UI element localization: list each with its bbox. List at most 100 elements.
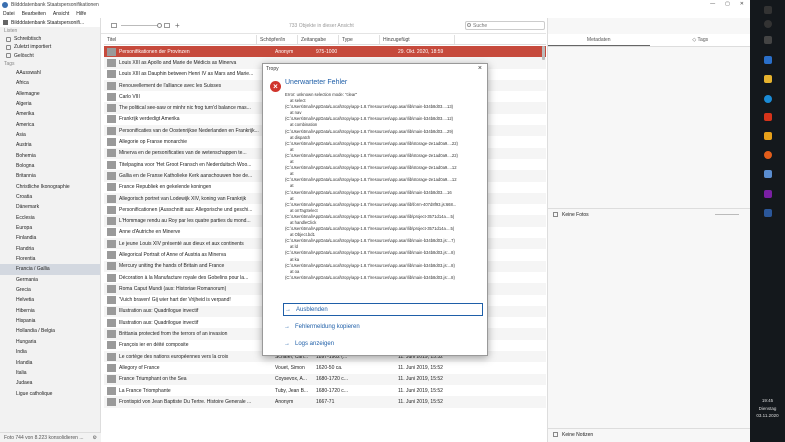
cell-title: Gallia en de Franse Katholieke Kerk aans…: [119, 172, 253, 179]
list-view-icon[interactable]: [111, 23, 117, 28]
footer-text: Foto 744 von 8.223 konsolidieren ...: [4, 435, 84, 441]
mail-icon[interactable]: [764, 56, 772, 64]
dismiss-button[interactable]: → Ausblenden: [283, 303, 483, 316]
cell-title: Louis XIII as Apollo and Marie de Médici…: [119, 59, 237, 66]
gear-icon[interactable]: ⚙: [93, 433, 97, 442]
tags-header: Tags: [4, 60, 15, 67]
tag-item[interactable]: Hibernia: [0, 306, 100, 316]
tag-item[interactable]: Italia: [0, 368, 100, 378]
maximize-button[interactable]: ▢: [725, 1, 730, 7]
tag-item[interactable]: Florentia: [0, 254, 100, 264]
task-view-icon[interactable]: [764, 36, 772, 44]
list-label: Zuletzt importiert: [14, 44, 52, 51]
column-creator[interactable]: Schöpfer/in: [257, 35, 298, 44]
clock-day[interactable]: Dienstag: [750, 406, 785, 411]
search-icon[interactable]: [764, 20, 772, 28]
tag-item[interactable]: Hispania: [0, 316, 100, 326]
tag-item[interactable]: Europa: [0, 223, 100, 233]
thumbnail-image: [107, 58, 116, 67]
tag-item[interactable]: Asia: [0, 130, 100, 140]
menu-datei[interactable]: Datei: [3, 11, 15, 17]
tab-metadaten[interactable]: Metadaten: [548, 34, 650, 46]
column-type[interactable]: Type: [339, 35, 380, 44]
project-name: Bildddatenbank Staatspersonifi...: [11, 19, 85, 26]
table-row[interactable]: Frontispid von Jean Baptiste Du Tertre. …: [104, 396, 546, 408]
clock-time[interactable]: 19:45: [750, 398, 785, 403]
cell-date: 1680-1720 c...: [316, 376, 348, 383]
copy-error-button[interactable]: → Fehlermeldung kopieren: [283, 320, 483, 333]
column-title[interactable]: Titel: [104, 35, 257, 44]
thumbnail-image: [107, 239, 116, 248]
firefox-icon[interactable]: [764, 151, 772, 159]
windows-start-icon[interactable]: [764, 6, 772, 14]
tag-item[interactable]: Britannia: [0, 171, 100, 181]
tag-item[interactable]: Helvetia: [0, 295, 100, 305]
thumbnail-image: [107, 171, 116, 180]
column-date[interactable]: Zeitangabe: [298, 35, 339, 44]
list-item-geloescht[interactable]: Gelöscht: [0, 52, 100, 60]
app-icon[interactable]: [764, 113, 772, 121]
tag-item[interactable]: Croatia: [0, 192, 100, 202]
tag-item[interactable]: Amerika: [0, 109, 100, 119]
tag-item[interactable]: Hungaria: [0, 337, 100, 347]
table-row[interactable]: La France Triomphante Tuby, Jean B... 1680…: [104, 385, 546, 396]
tag-item[interactable]: Bohemia: [0, 151, 100, 161]
search-input[interactable]: [465, 21, 545, 30]
tag-item[interactable]: Bologna: [0, 161, 100, 171]
tag-item[interactable]: Algeria: [0, 99, 100, 109]
edge-icon[interactable]: [764, 95, 772, 103]
list-item-schreibtisch[interactable]: Schreibtisch: [0, 35, 100, 43]
table-row[interactable]: France Triumphant on the Sea Coysevox, A.…: [104, 373, 546, 385]
tag-item[interactable]: Judaea: [0, 378, 100, 388]
thumbnail-image: [107, 183, 116, 192]
photo-zoom-slider[interactable]: [715, 214, 739, 215]
list-item-zuletzt-importiert[interactable]: Zuletzt importiert: [0, 43, 100, 51]
table-row[interactable]: Personifikationen der Provinzen Anonym 975…: [104, 46, 546, 58]
tab-tags[interactable]: ◇ Tags: [650, 34, 752, 46]
project-header[interactable]: Bildddatenbank Staatspersonifi...: [0, 18, 100, 27]
cell-date: 1667-71: [316, 398, 335, 405]
tag-item[interactable]: Africa: [0, 78, 100, 88]
close-icon[interactable]: ×: [478, 65, 482, 72]
tag-item[interactable]: Austria: [0, 140, 100, 150]
tag-item[interactable]: Finlandia: [0, 233, 100, 243]
tag-item[interactable]: Ligue catholique: [0, 389, 100, 399]
add-item-button[interactable]: +: [175, 21, 180, 30]
tag-item[interactable]: AAusswahl: [0, 68, 100, 78]
tag-item[interactable]: Dänemark: [0, 202, 100, 212]
tag-item[interactable]: Allemagne: [0, 89, 100, 99]
tag-item[interactable]: India: [0, 347, 100, 357]
column-added[interactable]: Hinzugefügt: [380, 35, 455, 44]
tropy-icon[interactable]: [764, 170, 772, 178]
tag-item[interactable]: America: [0, 120, 100, 130]
zoom-slider[interactable]: [121, 25, 159, 26]
menu-ansicht[interactable]: Ansicht: [53, 11, 69, 17]
tag-item[interactable]: Germania: [0, 275, 100, 285]
word-icon[interactable]: [764, 209, 772, 217]
menu-bearbeiten[interactable]: Bearbeiten: [22, 11, 46, 17]
tag-item[interactable]: Francia / Gallia: [0, 264, 100, 275]
tag-item[interactable]: Irlandia: [0, 358, 100, 368]
minimize-button[interactable]: —: [710, 1, 715, 7]
app-icon[interactable]: [764, 132, 772, 140]
app-icon[interactable]: [764, 190, 772, 198]
table-row[interactable]: Allegory of France Vouet, Simon 1620-50 ca…: [104, 362, 546, 373]
grid-view-icon[interactable]: [164, 23, 170, 28]
lists-header: Listen: [4, 28, 18, 34]
zoom-slider-handle[interactable]: [157, 23, 162, 28]
clock-date[interactable]: 03.11.2020: [750, 413, 785, 418]
tag-item[interactable]: Hollandia / Belgia: [0, 326, 100, 336]
menu-hilfe[interactable]: Hilfe: [76, 11, 86, 17]
table-scrollbar[interactable]: [542, 46, 545, 60]
cell-added: 11. Juni 2019, 15:52: [398, 387, 443, 394]
error-dialog: Tropy × × Unerwarteter Fehler Error: unk…: [262, 63, 488, 356]
tag-item[interactable]: Christliche Ikonographie: [0, 182, 100, 192]
cell-title: Mercury uniting the hands of Britain and…: [119, 263, 225, 270]
close-window-button[interactable]: ✕: [740, 1, 744, 7]
tag-item[interactable]: Grecia: [0, 285, 100, 295]
tag-item[interactable]: Flandria: [0, 244, 100, 254]
folder-icon[interactable]: [764, 75, 772, 83]
cell-date: 975-1000: [316, 48, 338, 55]
show-logs-button[interactable]: → Logs anzeigen: [283, 337, 483, 350]
tag-item[interactable]: Ecclesia: [0, 213, 100, 223]
